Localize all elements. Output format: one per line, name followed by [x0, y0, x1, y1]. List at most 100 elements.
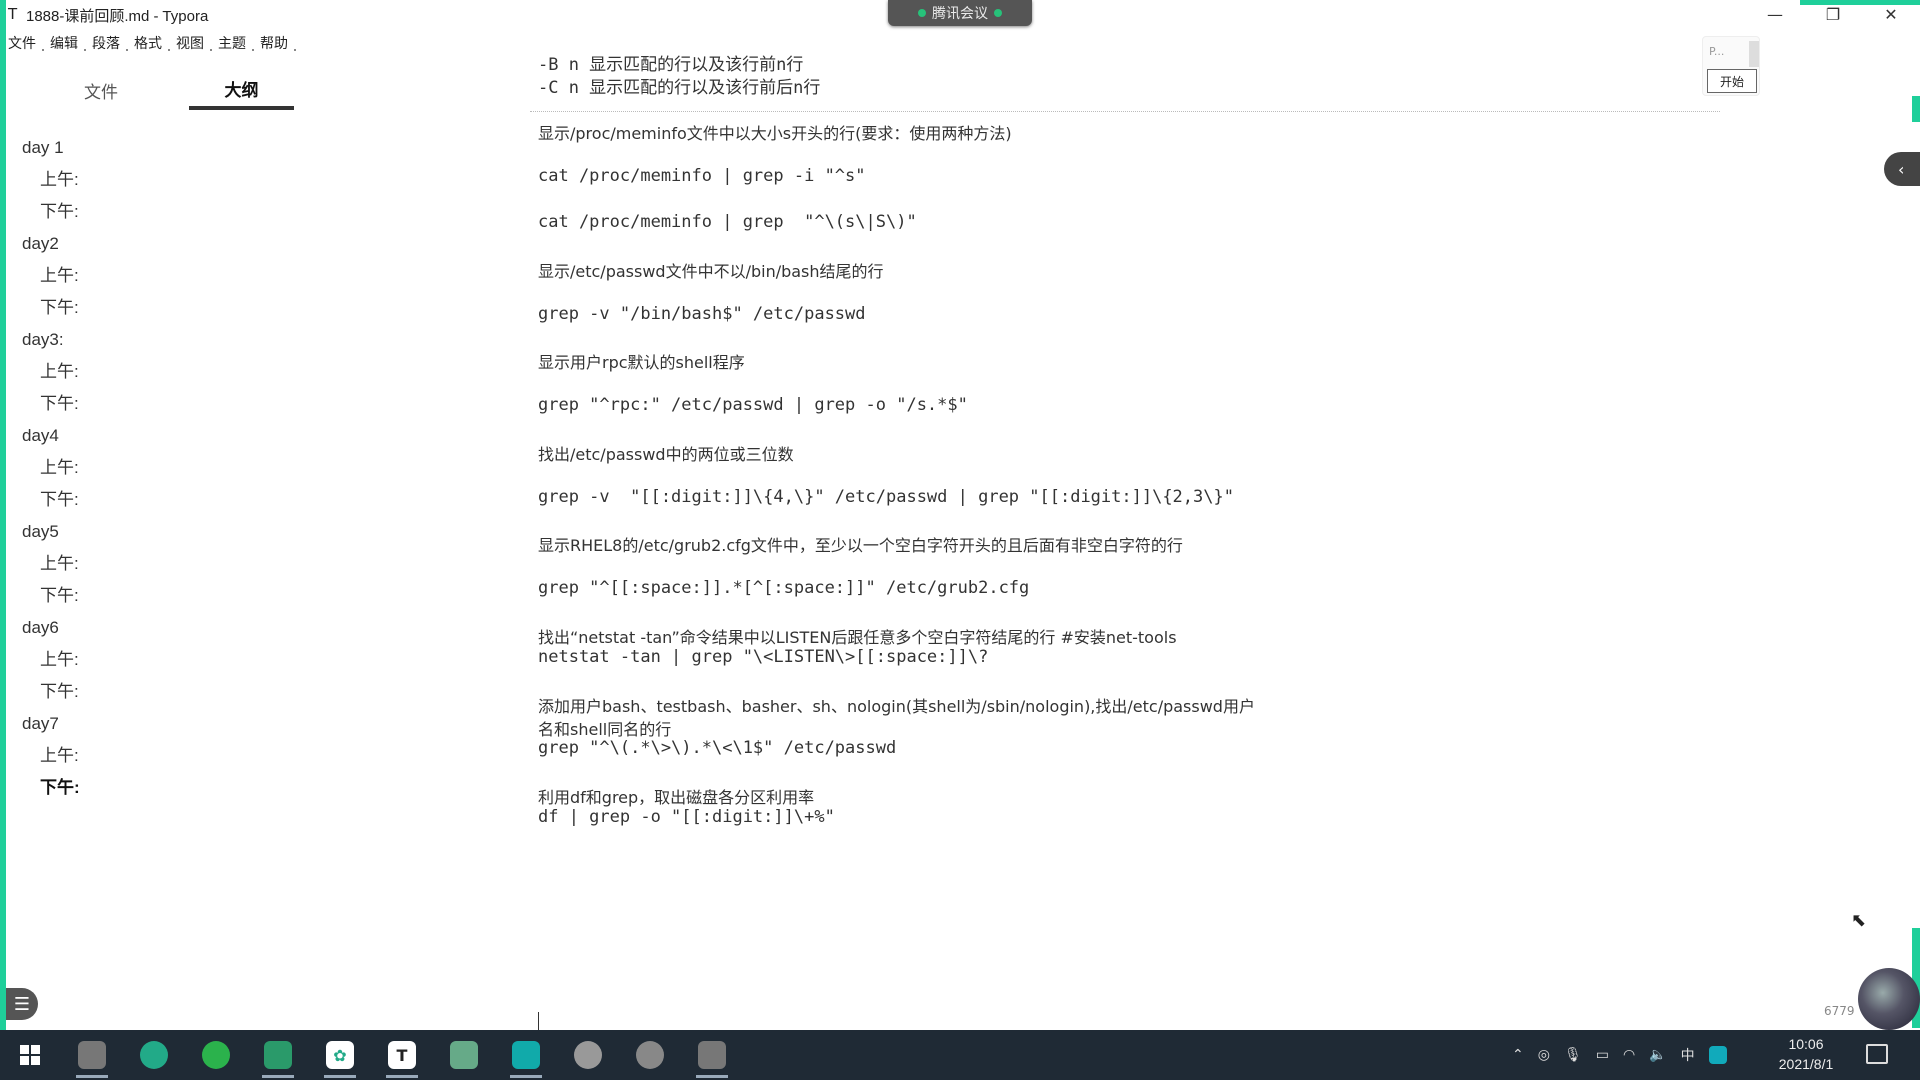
- title-bar: T 1888-课前回顾.md - Typora 腾讯会议 — ❐ ✕: [0, 0, 1920, 28]
- clock-date: 2021/8/1: [1778, 1056, 1834, 1072]
- horizontal-rule: [530, 111, 1720, 112]
- outline-heading[interactable]: day2: [22, 228, 80, 260]
- microphone-icon[interactable]: 🎙: [1564, 1047, 1582, 1063]
- code-line[interactable]: grep -v "/bin/bash$" /etc/passwd: [538, 304, 866, 324]
- text-cursor: [538, 1012, 539, 1032]
- tab-files[interactable]: 文件: [46, 70, 156, 110]
- tab-outline[interactable]: 大纲: [189, 70, 294, 110]
- outline-subheading[interactable]: 下午:: [22, 292, 80, 324]
- music-app-icon[interactable]: [568, 1037, 608, 1073]
- code-line[interactable]: -B n 显示匹配的行以及该行前n行: [538, 50, 803, 75]
- edge-accent: [1912, 96, 1920, 122]
- text-line[interactable]: 显示/etc/passwd文件中不以/bin/bash结尾的行: [538, 258, 884, 282]
- menu-edit[interactable]: 编辑: [50, 33, 92, 53]
- windows-start-icon[interactable]: [10, 1037, 50, 1073]
- screen-recorder-icon[interactable]: [630, 1037, 670, 1073]
- outline-subheading[interactable]: 上午:: [22, 356, 80, 388]
- outline-heading[interactable]: day5: [22, 516, 80, 548]
- volume-icon[interactable]: 🔈: [1649, 1047, 1666, 1063]
- code-line[interactable]: -C n 显示匹配的行以及该行前后n行: [538, 73, 820, 98]
- file-explorer-icon[interactable]: [444, 1037, 484, 1073]
- tray-app-icon[interactable]: ◎: [1538, 1047, 1550, 1063]
- typora-app-icon: T: [8, 5, 18, 23]
- widget-box: [1749, 41, 1759, 67]
- menu-paragraph[interactable]: 段落: [92, 33, 134, 53]
- collapse-panel-icon[interactable]: ‹: [1884, 152, 1920, 186]
- outline-subheading[interactable]: 上午:: [22, 548, 80, 580]
- outline-heading[interactable]: day 1: [22, 132, 80, 164]
- menu-bar: 文件 编辑 段落 格式 视图 主题 帮助: [8, 33, 302, 53]
- text-line[interactable]: 名和shell同名的行: [538, 716, 671, 740]
- outline-heading[interactable]: day7: [22, 708, 80, 740]
- clock[interactable]: 10:06 2021/8/1: [1756, 1034, 1856, 1074]
- code-line[interactable]: cat /proc/meminfo | grep -i "^s": [538, 166, 866, 186]
- minimize-button[interactable]: —: [1746, 0, 1804, 28]
- menu-format[interactable]: 格式: [134, 33, 176, 53]
- outline-subheading[interactable]: 下午:: [22, 196, 80, 228]
- sidebar-tabs: 文件 大纲: [6, 70, 296, 110]
- tencent-meeting-indicator[interactable]: 腾讯会议: [888, 0, 1032, 26]
- input-method-label[interactable]: 中: [1681, 1045, 1695, 1065]
- text-line[interactable]: 利用df和grep，取出磁盘各分区利用率: [538, 784, 814, 808]
- outline-heading[interactable]: day3:: [22, 324, 80, 356]
- meeting-app-icon[interactable]: [506, 1037, 546, 1078]
- floating-start-widget: P... 开始: [1702, 36, 1760, 96]
- outline-subheading[interactable]: 上午:: [22, 164, 80, 196]
- image-viewer-icon[interactable]: [72, 1037, 112, 1078]
- outline-subheading[interactable]: 上午:: [22, 260, 80, 292]
- clock-time: 10:06: [1788, 1036, 1824, 1052]
- system-tray: ⌃ ◎ 🎙 ▭ ◠ 🔈 中: [1512, 1030, 1727, 1080]
- outline-subheading[interactable]: 上午:: [22, 644, 80, 676]
- wechat-icon[interactable]: [196, 1037, 236, 1073]
- outline-subheading[interactable]: 下午:: [22, 388, 80, 420]
- code-line[interactable]: netstat -tan | grep "\<LISTEN\>[[:space:…: [538, 647, 988, 667]
- battery-icon[interactable]: ▭: [1596, 1047, 1609, 1063]
- code-line[interactable]: df | grep -o "[[:digit:]]\+%": [538, 807, 835, 827]
- menu-view[interactable]: 视图: [176, 33, 218, 53]
- text-line[interactable]: 找出“netstat -tan”命令结果中以LISTEN后跟任意多个空白字符结尾…: [538, 624, 1177, 648]
- code-line[interactable]: cat /proc/meminfo | grep "^\(s\|S\)": [538, 212, 917, 232]
- outline-subheading[interactable]: 上午:: [22, 740, 80, 772]
- start-button[interactable]: 开始: [1707, 69, 1757, 93]
- text-line[interactable]: 显示/proc/meminfo文件中以大小s开头的行(要求：使用两种方法): [538, 120, 1012, 144]
- outline-heading[interactable]: day6: [22, 612, 80, 644]
- menu-theme[interactable]: 主题: [218, 33, 260, 53]
- menu-file[interactable]: 文件: [8, 33, 50, 53]
- outline-subheading[interactable]: 下午:: [22, 772, 80, 804]
- outline-subheading[interactable]: 下午:: [22, 484, 80, 516]
- close-button[interactable]: ✕: [1862, 0, 1920, 28]
- chevron-up-icon[interactable]: ⌃: [1512, 1047, 1524, 1063]
- typora-window: T 1888-课前回顾.md - Typora 腾讯会议 — ❐ ✕ 文件 编辑…: [0, 0, 1920, 1080]
- sidebar-footer: ☰ ‹ </>: [6, 988, 426, 1077]
- browser-icon[interactable]: [134, 1037, 174, 1073]
- text-line[interactable]: 显示RHEL8的/etc/grub2.cfg文件中，至少以一个空白字符开头的且后…: [538, 532, 1183, 556]
- remote-desktop-icon[interactable]: [258, 1037, 298, 1078]
- status-dot-icon: [994, 9, 1002, 17]
- cloud-app-icon[interactable]: ✿: [320, 1037, 360, 1078]
- sidebar-toggle-icon[interactable]: ☰: [6, 988, 38, 1020]
- taskbar: ✿ T ⌃ ◎ 🎙 ▭ ◠ 🔈 中 10:06 2021/8/1: [0, 1030, 1920, 1080]
- word-count[interactable]: 6779: [1824, 1004, 1855, 1018]
- outline-subheading[interactable]: 下午:: [22, 676, 80, 708]
- maximize-button[interactable]: ❐: [1804, 0, 1862, 28]
- text-line[interactable]: 显示用户rpc默认的shell程序: [538, 349, 745, 373]
- typora-taskbar-icon[interactable]: T: [382, 1037, 422, 1078]
- recording-dot-icon: [918, 9, 926, 17]
- text-line[interactable]: 找出/etc/passwd中的两位或三位数: [538, 441, 794, 465]
- image-viewer-2-icon[interactable]: [692, 1037, 732, 1078]
- sidebar: 文件 大纲 day 1 上午: 下午: day2 上午: 下午: day3: 上午: 下午: da…: [6, 60, 414, 1077]
- wifi-icon[interactable]: ◠: [1623, 1047, 1635, 1063]
- notification-center-icon[interactable]: [1866, 1044, 1888, 1064]
- outline-heading[interactable]: day4: [22, 420, 80, 452]
- outline-subheading[interactable]: 上午:: [22, 452, 80, 484]
- code-line[interactable]: grep -v "[[:digit:]]\{4,\}" /etc/passwd …: [538, 487, 1234, 507]
- code-line[interactable]: grep "^rpc:" /etc/passwd | grep -o "/s.*…: [538, 395, 968, 415]
- camera-avatar[interactable]: [1858, 968, 1920, 1030]
- code-line[interactable]: grep "^\(.*\>\).*\<\1$" /etc/passwd: [538, 738, 896, 758]
- text-line[interactable]: 添加用户bash、testbash、basher、sh、nologin(其she…: [538, 693, 1255, 717]
- code-line[interactable]: grep "^[[:space:]].*[^[:space:]]" /etc/g…: [538, 578, 1029, 598]
- outline-list: day 1 上午: 下午: day2 上午: 下午: day3: 上午: 下午: day4 上午: 下…: [22, 132, 80, 804]
- tray-assistant-icon[interactable]: [1708, 1046, 1727, 1064]
- menu-help[interactable]: 帮助: [260, 33, 302, 53]
- outline-subheading[interactable]: 下午:: [22, 580, 80, 612]
